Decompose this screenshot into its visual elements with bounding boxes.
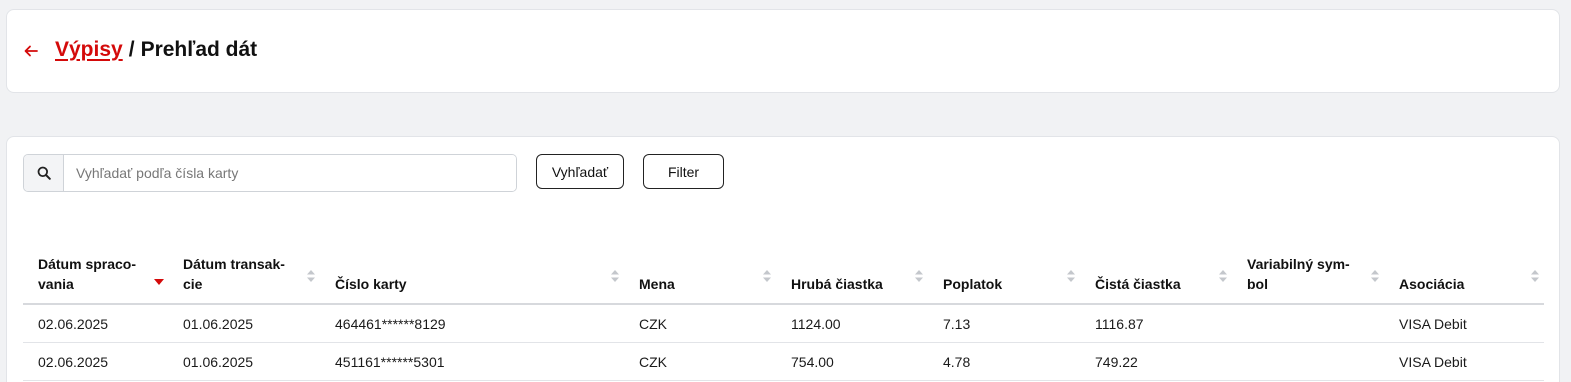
table-cell: VISA Debit (1399, 353, 1467, 370)
transactions-table: Dátum spraco-vania Dátum transak-cie Číslo… (23, 249, 1544, 381)
filter-button[interactable]: Filter (643, 154, 724, 189)
table-cell: 7.13 (943, 315, 971, 332)
column-header-text: Čistá čiastka (1095, 276, 1181, 292)
column-header-text: Poplatok (943, 276, 1003, 292)
table-cell: CZK (639, 353, 667, 370)
table-cell: 4.78 (943, 353, 971, 370)
table-body: 02.06.2025 01.06.2025 464461******8129 CZK 1… (23, 305, 1544, 381)
sort-icon[interactable] (762, 268, 772, 282)
column-header-label: Číslo karty (335, 274, 407, 294)
search-icon (24, 155, 64, 191)
table-cell: 1116.87 (1095, 315, 1144, 332)
column-header-label: Dátum transak-cie (183, 254, 285, 294)
table-cell: 01.06.2025 (183, 315, 254, 332)
column-header[interactable]: Čistá čiastka (1080, 249, 1232, 303)
column-header[interactable]: Dátum spraco-vania (23, 249, 168, 303)
column-header-text: Hrubá čiastka (791, 276, 883, 292)
column-header-text: Asociácia (1399, 276, 1465, 292)
table-row[interactable]: 02.06.2025 01.06.2025 464461******8129 CZK 1… (23, 305, 1544, 343)
column-header[interactable]: Variabilný sym-bol (1232, 249, 1384, 303)
data-panel: Vyhľadať Filter Dátum spraco-vaniaDátum … (6, 136, 1560, 382)
search-input[interactable] (64, 155, 516, 191)
column-header-text: Mena (639, 276, 675, 292)
column-header-text: Dátum transak- (183, 256, 285, 272)
column-header-text: Dátum spraco- (38, 256, 137, 272)
search-button[interactable]: Vyhľadať (536, 154, 624, 189)
column-header-text: cie (183, 276, 203, 292)
column-header-text: vania (38, 276, 74, 292)
column-header-label: Mena (639, 274, 675, 294)
table-cell: 01.06.2025 (183, 353, 254, 370)
search-group (23, 154, 517, 192)
column-header-label: Hrubá čiastka (791, 274, 883, 294)
column-header-label: Variabilný sym-bol (1247, 254, 1350, 294)
table-header: Dátum spraco-vania Dátum transak-cie Číslo… (23, 249, 1544, 305)
table-cell: 02.06.2025 (38, 353, 109, 370)
column-header[interactable]: Hrubá čiastka (776, 249, 928, 303)
table-cell: 749.22 (1095, 353, 1138, 370)
table-cell: 451161******5301 (335, 353, 445, 370)
column-header-label: Asociácia (1399, 274, 1464, 294)
table-cell: 02.06.2025 (38, 315, 109, 332)
table-cell: VISA Debit (1399, 315, 1467, 332)
sort-icon[interactable] (1066, 268, 1076, 282)
sort-icon[interactable] (306, 268, 316, 282)
column-header[interactable]: Dátum transak-cie (168, 249, 320, 303)
breadcrumb-link-vypisy[interactable]: Výpisy (55, 38, 123, 61)
table-cell: 1124.00 (791, 315, 841, 332)
page-header: Výpisy / Prehľad dát (6, 9, 1560, 93)
table-cell: 754.00 (791, 353, 834, 370)
table-row[interactable]: 02.06.2025 01.06.2025 451161******5301 CZK 7… (23, 343, 1544, 381)
column-header[interactable]: Mena (624, 249, 776, 303)
column-header[interactable]: Asociácia (1384, 249, 1544, 303)
sort-icon[interactable] (1370, 268, 1380, 282)
column-header-text: bol (1247, 276, 1268, 292)
table-cell: 464461******8129 (335, 315, 446, 332)
table-cell: CZK (639, 315, 667, 332)
sort-desc-icon[interactable] (154, 271, 164, 285)
column-header-label: Poplatok (943, 274, 1002, 294)
arrow-left-icon[interactable] (23, 40, 39, 62)
column-header-text: Číslo karty (335, 276, 407, 292)
column-header-text: Variabilný sym- (1247, 256, 1350, 272)
column-header[interactable]: Poplatok (928, 249, 1080, 303)
column-header[interactable]: Číslo karty (320, 249, 624, 303)
page-title: Prehľad dát (140, 38, 258, 61)
breadcrumb: Výpisy / Prehľad dát (55, 38, 257, 62)
sort-icon[interactable] (610, 268, 620, 282)
column-header-label: Dátum spraco-vania (38, 254, 136, 294)
column-header-label: Čistá čiastka (1095, 274, 1181, 294)
sort-icon[interactable] (914, 268, 924, 282)
sort-icon[interactable] (1218, 268, 1228, 282)
sort-icon[interactable] (1530, 268, 1540, 282)
breadcrumb-separator: / (128, 38, 135, 61)
